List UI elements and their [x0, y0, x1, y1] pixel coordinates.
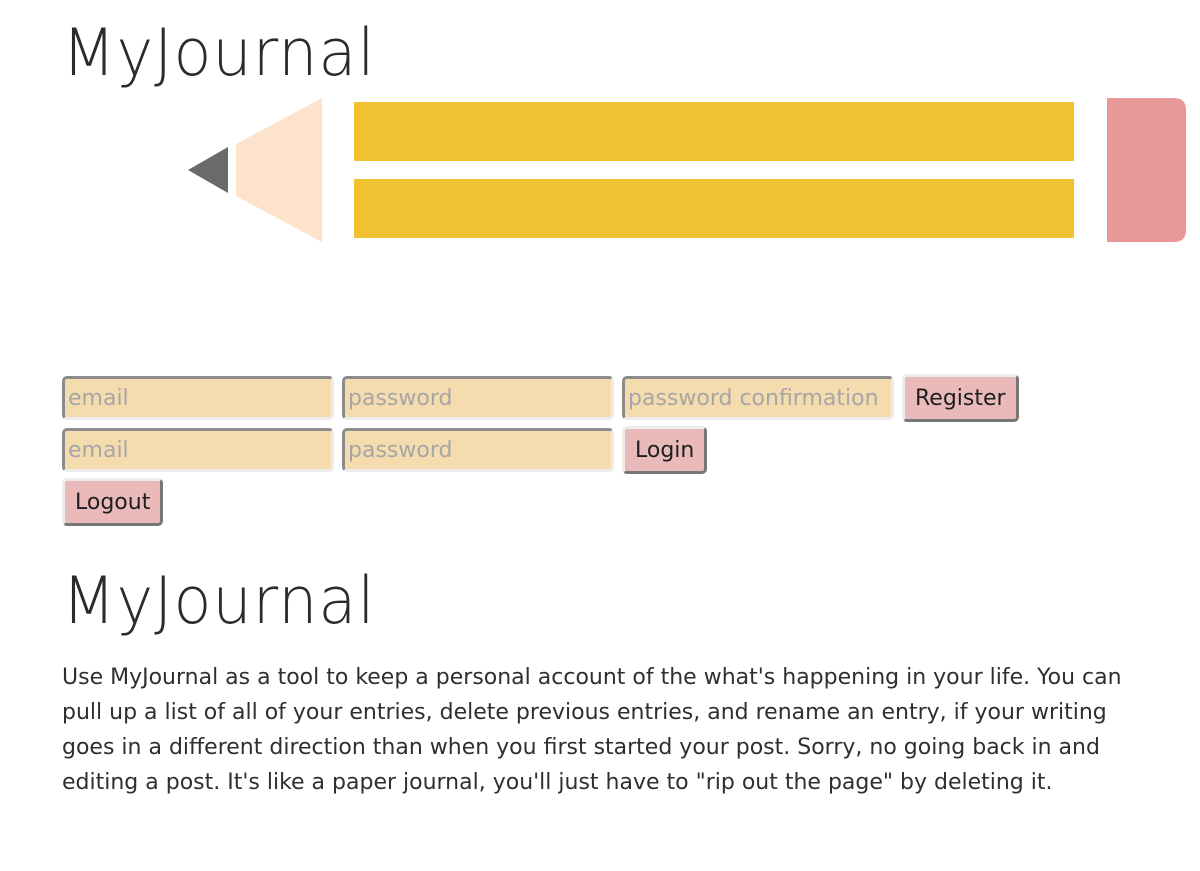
- register-password-confirmation-input[interactable]: [622, 376, 894, 420]
- pencil-illustration: [188, 98, 1186, 242]
- login-form: Login: [62, 426, 708, 474]
- register-form: Register: [62, 374, 1019, 422]
- register-button[interactable]: Register: [902, 374, 1019, 422]
- pencil-eraser: [1107, 98, 1186, 242]
- logout-button[interactable]: Logout: [62, 478, 164, 526]
- logout-form: Logout: [62, 478, 164, 526]
- app-description: Use MyJournal as a tool to keep a person…: [62, 665, 1122, 795]
- register-password-input[interactable]: [342, 376, 614, 420]
- pencil-body-stripe-bottom: [354, 179, 1074, 238]
- page-title: MyJournal: [62, 562, 376, 639]
- login-password-input[interactable]: [342, 428, 614, 472]
- pencil-body-stripe-top: [354, 102, 1074, 161]
- login-email-input[interactable]: [62, 428, 334, 472]
- register-email-input[interactable]: [62, 376, 334, 420]
- pencil-wood-tip: [236, 98, 322, 242]
- pencil-lead: [188, 147, 228, 193]
- login-button[interactable]: Login: [622, 426, 708, 474]
